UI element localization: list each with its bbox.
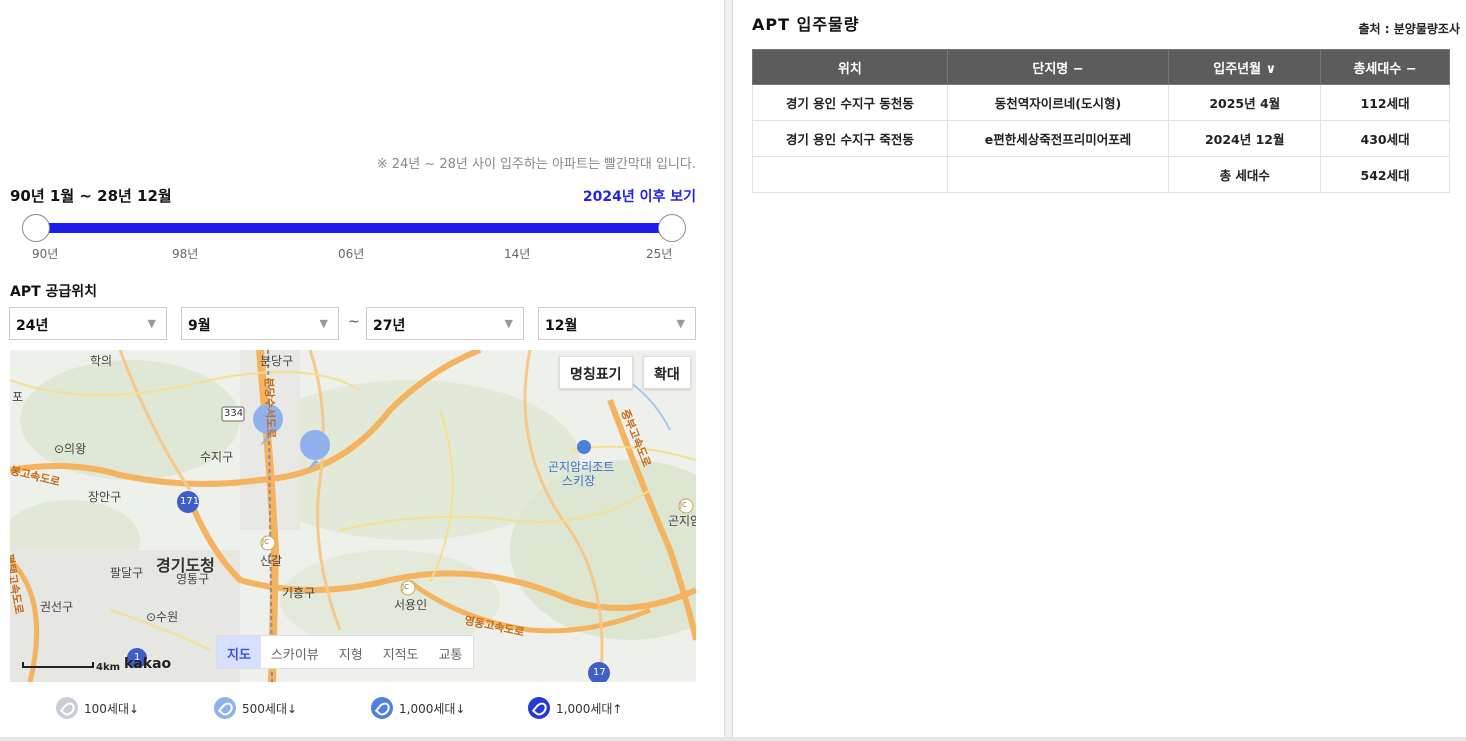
zoom-button[interactable]: 확대 <box>643 356 691 389</box>
slider-tick-label: 25년 <box>646 247 673 261</box>
table-total-row: 총 세대수 542세대 <box>752 156 1450 193</box>
slider-tick-label: 98년 <box>172 247 199 261</box>
start-month-value: 9월 <box>188 318 211 334</box>
map-place-label: 서용인 <box>394 598 428 612</box>
chevron-down-icon: ▼ <box>504 317 513 330</box>
map-place-label: 곤지암 <box>668 514 696 528</box>
legend-item-100: 100세대↓ <box>56 696 139 720</box>
map-scale-bar <box>22 662 94 668</box>
map-place-label: 스키장 <box>562 474 596 488</box>
table-row[interactable]: 경기 용인 수지구 죽전동 e편한세상죽전프리미어포레 2024년 12월 43… <box>752 120 1450 157</box>
map-scale-text: 4km <box>96 662 121 673</box>
column-header-complex[interactable]: 단지명 − <box>946 49 1170 85</box>
bottom-border <box>0 737 1466 741</box>
end-month-select[interactable]: 12월 ▼ <box>538 307 696 340</box>
map-place-label: 영통구 <box>176 572 210 586</box>
table-row[interactable]: 경기 용인 수지구 동천동 동천역자이르네(도시형) 2025년 4월 112세… <box>752 84 1450 121</box>
marker-blue-icon <box>371 697 393 719</box>
column-header-location: 위치 <box>752 49 948 85</box>
map-place-label: 권선구 <box>40 600 74 614</box>
map-type-traffic[interactable]: 교통 <box>429 636 473 668</box>
map-place-label: ⊙의왕 <box>54 442 87 456</box>
slider-tick-label: 14년 <box>504 247 531 261</box>
end-year-value: 27년 <box>373 318 406 334</box>
legend-label: 100세대↓ <box>84 701 140 716</box>
cell-total-units: 430세대 <box>1320 120 1450 157</box>
end-year-select[interactable]: 27년 ▼ <box>366 307 524 340</box>
marker-light-icon <box>56 697 78 719</box>
legend-label: 1,000세대↓ <box>399 701 466 716</box>
data-source-label: 출처 : 분양물량조사 <box>1358 22 1460 36</box>
map-place-label: 분당구 <box>260 354 294 368</box>
legend-label: 500세대↓ <box>242 701 298 716</box>
legend-item-1000-above: 1,000세대↑ <box>528 696 623 720</box>
map-place-label: 팔달구 <box>110 566 144 580</box>
cell-complex[interactable]: 동천역자이르네(도시형) <box>946 84 1170 121</box>
map-place-label: 학의 <box>90 354 113 368</box>
slider-handle-end[interactable] <box>658 214 686 242</box>
legend-item-1000-below: 1,000세대↓ <box>371 696 466 720</box>
map-background <box>10 350 696 682</box>
map-place-label: 장안구 <box>88 490 122 504</box>
column-header-move-in-date[interactable]: 입주년월 ∨ <box>1168 49 1322 85</box>
map-type-terrain[interactable]: 지형 <box>329 636 373 668</box>
show-names-button[interactable]: 명칭표기 <box>559 356 633 389</box>
view-after-2024-link[interactable]: 2024년 이후 보기 <box>583 186 696 206</box>
marker-dark-blue-icon <box>528 697 550 719</box>
start-year-value: 24년 <box>16 318 49 334</box>
map-place-label: ⊙수원 <box>146 610 179 624</box>
marker-light-blue-icon <box>214 697 236 719</box>
period-slider[interactable] <box>22 214 686 242</box>
map-type-map[interactable]: 지도 <box>217 636 261 668</box>
cell-complex[interactable]: e편한세상죽전프리미어포레 <box>946 120 1170 157</box>
map-type-cadastral[interactable]: 지적도 <box>373 636 429 668</box>
cell-total-units: 542세대 <box>1320 156 1450 193</box>
map-place-label: 기흥구 <box>282 586 316 600</box>
cell-move-in-date: 2024년 12월 <box>1168 120 1322 157</box>
cell-complex <box>946 156 1170 193</box>
cell-total-units: 112세대 <box>1320 84 1450 121</box>
route-17-label: 17 <box>593 667 606 678</box>
slider-tick-label: 90년 <box>32 247 59 261</box>
chevron-down-icon: ▼ <box>147 317 156 330</box>
apt-volume-table: 위치 단지명 − 입주년월 ∨ 총세대수 − 경기 용인 수지구 동천동 동천역… <box>752 49 1450 193</box>
legend-label: 1,000세대↑ <box>556 701 623 716</box>
column-header-total-units[interactable]: 총세대수 − <box>1320 49 1450 85</box>
map-place-label: 포 <box>12 390 24 404</box>
cell-location: 경기 용인 수지구 죽전동 <box>752 120 948 157</box>
jc-label: JC <box>680 501 687 509</box>
cell-move-in-date: 2025년 4월 <box>1168 84 1322 121</box>
cell-location <box>752 156 948 193</box>
range-tilde: ~ <box>348 314 360 330</box>
panel-divider <box>724 0 733 741</box>
route-334-label: 334 <box>224 408 244 419</box>
map-type-switcher: 지도 스카이뷰 지형 지적도 교통 <box>216 635 474 669</box>
map-type-skyview[interactable]: 스카이뷰 <box>261 636 329 668</box>
route-171-label: 171 <box>180 496 200 507</box>
slider-tick-label: 06년 <box>338 247 365 261</box>
highway-label: 분당수서도로 <box>262 377 278 439</box>
cell-total-label: 총 세대수 <box>1168 156 1322 193</box>
end-month-value: 12월 <box>545 318 578 334</box>
left-panel: ※ 24년 ~ 28년 사이 입주하는 아파트는 빨간막대 입니다. 90년 1… <box>0 0 724 741</box>
period-range-label: 90년 1월 ~ 28년 12월 <box>10 187 172 205</box>
jc-label: JC <box>262 538 269 546</box>
apt-volume-title: APT 입주물량 <box>752 15 860 34</box>
slider-track[interactable] <box>36 223 672 233</box>
right-panel: APT 입주물량 출처 : 분양물량조사 위치 단지명 − 입주년월 ∨ 총세대… <box>734 0 1466 737</box>
supply-location-title: APT 공급위치 <box>10 284 98 300</box>
start-month-select[interactable]: 9월 ▼ <box>181 307 339 340</box>
map-place-label: 신갈 <box>260 554 283 568</box>
chevron-down-icon: ▼ <box>319 317 328 330</box>
slider-handle-start[interactable] <box>22 214 50 242</box>
cell-location: 경기 용인 수지구 동천동 <box>752 84 948 121</box>
jc-label: JC <box>402 583 409 591</box>
map-place-label: 수지구 <box>200 450 234 464</box>
legend-item-500: 500세대↓ <box>214 696 297 720</box>
kakao-logo: kakao <box>124 656 172 672</box>
supply-map[interactable]: 학의 분당구 포 ⊙의왕 수지구 장안구 경기도청 팔달구 영통구 신갈 기흥구… <box>10 350 696 682</box>
red-bar-note: ※ 24년 ~ 28년 사이 입주하는 아파트는 빨간막대 입니다. <box>376 157 696 172</box>
start-year-select[interactable]: 24년 ▼ <box>9 307 167 340</box>
chevron-down-icon: ▼ <box>676 317 685 330</box>
